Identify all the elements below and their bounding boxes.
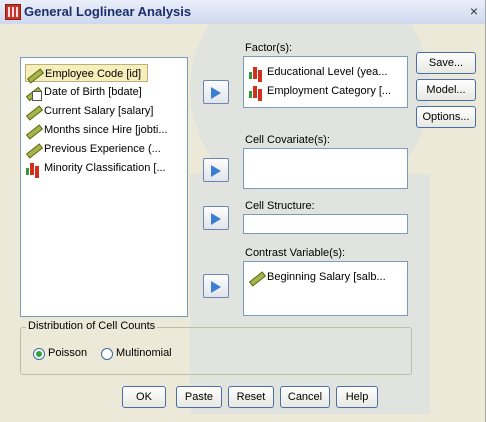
multinomial-label[interactable]: Multinomial	[116, 347, 172, 359]
contrast-item-label: Beginning Salary [salb...	[267, 271, 386, 283]
scale-icon	[248, 270, 264, 284]
scale-icon	[25, 104, 41, 118]
move-to-contrast-button[interactable]	[203, 274, 229, 298]
variable-label: Months since Hire [jobti...	[44, 124, 168, 136]
variable-item[interactable]: Date of Birth [bdate]	[25, 83, 142, 102]
variable-label: Previous Experience (...	[44, 143, 161, 155]
contrast-item[interactable]: Beginning Salary [salb...	[248, 268, 386, 286]
title-bar: General Loglinear Analysis ×	[0, 0, 485, 24]
model-button[interactable]: Model...	[416, 79, 476, 101]
variable-item[interactable]: Previous Experience (...	[25, 140, 161, 158]
options-button-label: Options...	[422, 111, 470, 123]
cancel-button-label: Cancel	[287, 391, 323, 403]
nominal-icon	[248, 84, 264, 99]
poisson-radio[interactable]	[33, 348, 45, 360]
nominal-icon	[25, 161, 41, 176]
cancel-button[interactable]: Cancel	[280, 386, 330, 408]
factor-label: Factor(s):	[245, 42, 293, 54]
variable-label: Current Salary [salary]	[44, 105, 154, 117]
multinomial-radio[interactable]	[101, 348, 113, 360]
move-to-structure-button[interactable]	[203, 206, 229, 230]
move-to-covariate-button[interactable]	[203, 158, 229, 182]
move-to-factor-button[interactable]	[203, 80, 229, 104]
variable-item[interactable]: Current Salary [salary]	[25, 102, 153, 120]
app-icon	[5, 4, 21, 20]
contrast-label: Contrast Variable(s):	[245, 247, 346, 259]
window-title: General Loglinear Analysis	[24, 4, 192, 19]
variable-item[interactable]: Employee Code [id]	[25, 64, 148, 82]
close-icon[interactable]: ×	[466, 3, 482, 19]
scale-icon	[25, 123, 41, 137]
poisson-label[interactable]: Poisson	[48, 347, 87, 359]
factor-item-label: Employment Category [...	[267, 85, 392, 97]
paste-button[interactable]: Paste	[176, 386, 222, 408]
save-button-label: Save...	[428, 57, 464, 69]
factor-item[interactable]: Educational Level (yea...	[248, 63, 387, 81]
ok-button[interactable]: OK	[122, 386, 166, 408]
help-button[interactable]: Help	[336, 386, 378, 408]
help-button-label: Help	[345, 391, 369, 403]
options-button[interactable]: Options...	[416, 106, 476, 128]
variable-label: Date of Birth [bdate]	[44, 86, 142, 98]
factor-list[interactable]: Educational Level (yea... Employment Cat…	[243, 56, 408, 108]
factor-item-label: Educational Level (yea...	[267, 66, 388, 78]
variable-label: Minority Classification [...	[44, 162, 166, 174]
variable-item[interactable]: Months since Hire [jobti...	[25, 121, 168, 139]
cell-structure-label: Cell Structure:	[245, 200, 315, 212]
ok-button-label: OK	[136, 391, 152, 403]
dialog-window: General Loglinear Analysis × Employee Co…	[0, 0, 486, 422]
save-button[interactable]: Save...	[416, 52, 476, 74]
contrast-list[interactable]: Beginning Salary [salb...	[243, 261, 408, 316]
cell-covariate-list[interactable]	[243, 148, 408, 189]
cell-structure-field[interactable]	[243, 214, 408, 234]
scale-icon	[25, 142, 41, 156]
cell-covariate-label: Cell Covariate(s):	[245, 134, 330, 146]
variable-item[interactable]: Minority Classification [...	[25, 159, 166, 177]
scale-icon	[26, 67, 42, 81]
paste-button-label: Paste	[184, 391, 214, 403]
model-button-label: Model...	[426, 84, 466, 96]
source-variable-list[interactable]: Employee Code [id] Date of Birth [bdate]…	[20, 57, 188, 317]
date-scale-icon	[25, 85, 42, 102]
distribution-title: Distribution of Cell Counts	[26, 320, 158, 332]
reset-button-label: Reset	[236, 391, 266, 403]
factor-item[interactable]: Employment Category [...	[248, 82, 391, 100]
variable-label: Employee Code [id]	[45, 68, 141, 80]
nominal-icon	[248, 65, 264, 80]
reset-button[interactable]: Reset	[228, 386, 274, 408]
